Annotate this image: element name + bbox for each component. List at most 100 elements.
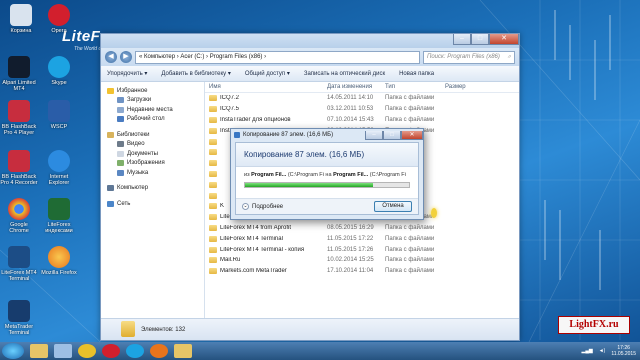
desktop-icon-recycle-bin[interactable]: Корзина: [2, 4, 40, 34]
column-headers: Имя Дата изменения Тип Размер: [205, 82, 519, 93]
clock[interactable]: 17:26 11.05.2015: [611, 345, 636, 357]
table-row[interactable]: LiteForex MT4 Terminal - копия 11.05.2015…: [205, 244, 519, 255]
nav-favorites[interactable]: Избранное: [107, 86, 204, 96]
dialog-close-button[interactable]: ✕: [401, 130, 423, 140]
taskbar-opera-icon[interactable]: [102, 344, 120, 358]
command-bar: Упорядочить ▾ Добавить в библиотеку ▾ Об…: [101, 66, 519, 82]
dialog-maximize-button[interactable]: □: [383, 130, 401, 140]
column-date[interactable]: Дата изменения: [323, 84, 381, 90]
file-type-cell: Папка с файлами: [385, 106, 435, 113]
taskbar-folder-icon[interactable]: [174, 344, 192, 358]
desktop-icon-liteforex-mt4[interactable]: LiteForex MT4 Terminal: [0, 246, 38, 282]
details-toggle[interactable]: ⌄ Подробнее: [242, 203, 283, 210]
table-row[interactable]: ICQ7.2 14.05.2011 14:10 Папка с файлами: [205, 93, 519, 104]
table-row[interactable]: InstaTrader для опционов 07.10.2014 15:43…: [205, 115, 519, 126]
file-type-cell: Папка с файлами: [385, 268, 435, 275]
copy-source-dest: из Program Fil... (C:\Program Fi на Prog…: [244, 172, 406, 178]
desktop-icon-ie[interactable]: Internet Explorer: [40, 150, 78, 186]
column-type[interactable]: Тип: [381, 84, 441, 90]
search-input[interactable]: Поиск: Program Files (x86) ⌕: [423, 50, 515, 64]
close-button[interactable]: ✕: [489, 34, 519, 45]
nav-music[interactable]: Музыка: [107, 168, 204, 178]
file-name-cell[interactable]: InstaTrader для опционов: [205, 116, 323, 123]
table-row[interactable]: LiteForex MT4 from Aprofit 08.05.2015 16:…: [205, 223, 519, 234]
column-size[interactable]: Размер: [441, 84, 491, 90]
desktop-icon-liteforex-index[interactable]: LiteForex индексами: [40, 198, 78, 234]
nav-recent-places[interactable]: Недавние места: [107, 105, 204, 115]
nav-video[interactable]: Видео: [107, 140, 204, 150]
file-name-cell[interactable]: Mail.Ru: [205, 257, 323, 264]
desktop-icon-bb-recorder[interactable]: BB FlashBack Pro 4 Recorder: [0, 150, 38, 186]
taskbar-chrome-icon[interactable]: [78, 344, 96, 358]
folder-icon: [209, 268, 217, 275]
nav-desktop[interactable]: Рабочий стол: [107, 115, 204, 125]
table-row[interactable]: Mail.Ru 10.02.2014 15:25 Папка с файлами: [205, 255, 519, 266]
address-bar-row: ◀ ▶ « Компьютер › Acer (C:) › Program Fi…: [101, 48, 519, 66]
minimize-button[interactable]: –: [453, 34, 471, 45]
folder-icon: [209, 170, 217, 177]
start-button[interactable]: [2, 343, 24, 359]
file-type-cell: Папка с файлами: [385, 224, 435, 231]
table-row[interactable]: Markets.com MetaTrader 17.10.2014 11:04 Па…: [205, 266, 519, 277]
nav-documents[interactable]: Документы: [107, 149, 204, 159]
taskbar-skype-icon[interactable]: [126, 344, 144, 358]
file-name-cell[interactable]: LiteForex MT4 Terminal - копия: [205, 246, 323, 253]
liteforex-index-icon: [48, 198, 70, 220]
desktop-icon-metatrader[interactable]: MetaTrader Terminal: [0, 300, 38, 336]
burn-disc-button[interactable]: Записать на оптический диск: [304, 71, 385, 77]
desktop-icon-bb-player[interactable]: BB FlashBack Pro 4 Player: [0, 100, 38, 136]
folder-icon: [209, 149, 217, 156]
file-name-cell[interactable]: ICQ7.5: [205, 106, 323, 113]
organize-button[interactable]: Упорядочить ▾: [107, 70, 147, 77]
volume-tray-icon[interactable]: ◄): [599, 348, 606, 354]
source-name[interactable]: Program Fil...: [251, 172, 286, 178]
desktop-icon-firefox[interactable]: Mozilla Firefox: [40, 246, 78, 276]
file-name-cell[interactable]: Markets.com MetaTrader: [205, 268, 323, 275]
back-button[interactable]: ◀: [105, 51, 117, 63]
dest-name[interactable]: Program Fil...: [333, 172, 368, 178]
nav-downloads[interactable]: Загрузки: [107, 96, 204, 106]
maximize-button[interactable]: □: [471, 34, 489, 45]
table-row[interactable]: LiteForex MT4 Terminal 11.05.2015 17:22 Па…: [205, 233, 519, 244]
cancel-button[interactable]: Отмена: [374, 201, 412, 212]
chevron-down-icon: ⌄: [242, 203, 249, 210]
share-button[interactable]: Общий доступ ▾: [245, 70, 290, 77]
documents-icon: [117, 150, 124, 157]
desktop-icon-opera[interactable]: Opera: [40, 4, 78, 34]
downloads-icon: [117, 97, 124, 104]
nav-computer[interactable]: Компьютер: [107, 184, 204, 194]
recycle-bin-icon: [10, 4, 32, 26]
folder-icon: [209, 235, 217, 242]
dialog-titlebar[interactable]: Копирование 87 элем. (16,6 МБ) – □ ✕: [231, 129, 423, 141]
taskbar-firefox-icon[interactable]: [150, 344, 168, 358]
recent-places-icon: [117, 106, 124, 113]
bb-flashback-recorder-icon: [8, 150, 30, 172]
desktop-icon-alpari[interactable]: Alpari Limited MT4: [0, 56, 38, 92]
nav-libraries[interactable]: Библиотеки: [107, 130, 204, 140]
explorer-titlebar[interactable]: – □ ✕: [101, 34, 519, 48]
copy-progress-dialog: Копирование 87 элем. (16,6 МБ) – □ ✕ Коп…: [230, 128, 424, 220]
file-name-cell[interactable]: LiteForex MT4 from Aprofit: [205, 224, 323, 231]
add-to-library-button[interactable]: Добавить в библиотеку ▾: [161, 70, 230, 77]
bb-flashback-player-icon: [8, 100, 30, 122]
new-folder-button[interactable]: Новая папка: [399, 71, 434, 77]
dialog-minimize-button[interactable]: –: [365, 130, 383, 140]
taskbar-media-icon[interactable]: [54, 344, 72, 358]
pictures-icon: [117, 160, 124, 167]
address-bar[interactable]: « Компьютер › Acer (C:) › Program Files …: [135, 50, 420, 64]
breadcrumb[interactable]: « Компьютер › Acer (C:) › Program Files …: [139, 54, 266, 60]
desktop-icon-chrome[interactable]: Google Chrome: [0, 198, 38, 234]
file-name-cell[interactable]: ICQ7.2: [205, 95, 323, 102]
table-row[interactable]: ICQ7.5 03.12.2011 10:53 Папка с файлами: [205, 104, 519, 115]
network-tray-icon[interactable]: ▂▄▆: [581, 348, 592, 354]
file-name-cell[interactable]: LiteForex MT4 Terminal: [205, 235, 323, 242]
taskbar-explorer-icon[interactable]: [30, 344, 48, 358]
column-name[interactable]: Имя: [205, 84, 323, 90]
desktop-icon-skype[interactable]: Skype: [40, 56, 78, 86]
forward-button[interactable]: ▶: [120, 51, 132, 63]
opera-icon: [48, 4, 70, 26]
nav-pictures[interactable]: Изображения: [107, 159, 204, 169]
folder-icon: [209, 214, 217, 221]
desktop-icon-wscp[interactable]: WSCP: [40, 100, 78, 130]
nav-network[interactable]: Сеть: [107, 199, 204, 209]
